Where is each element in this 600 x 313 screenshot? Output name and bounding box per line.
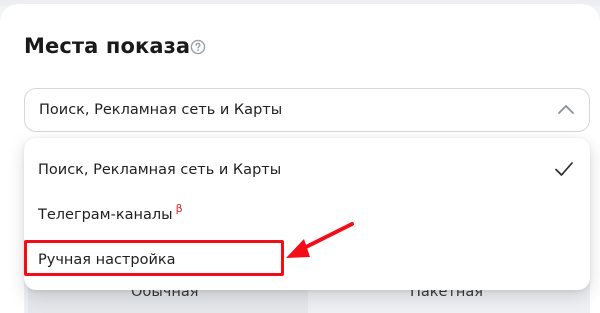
annotation-arrow-icon xyxy=(286,222,354,258)
dropdown-option-search-network-maps[interactable]: Поиск, Рекламная сеть и Карты xyxy=(38,162,281,178)
check-icon xyxy=(555,162,573,176)
help-circle-icon[interactable] xyxy=(190,39,206,55)
placement-select[interactable]: Поиск, Рекламная сеть и Карты xyxy=(24,88,590,132)
chevron-up-icon[interactable] xyxy=(557,102,575,116)
dropdown-option-telegram-channels[interactable]: Телеграм-каналы β xyxy=(38,202,183,223)
annotation-highlight-box xyxy=(24,240,284,276)
dropdown-option-label: Телеграм-каналы xyxy=(38,207,173,223)
section-title: Места показа xyxy=(24,34,191,58)
dropdown-option-label: Поиск, Рекламная сеть и Карты xyxy=(38,162,282,178)
beta-badge: β xyxy=(175,202,183,215)
placement-select-value: Поиск, Рекламная сеть и Карты xyxy=(39,102,283,118)
